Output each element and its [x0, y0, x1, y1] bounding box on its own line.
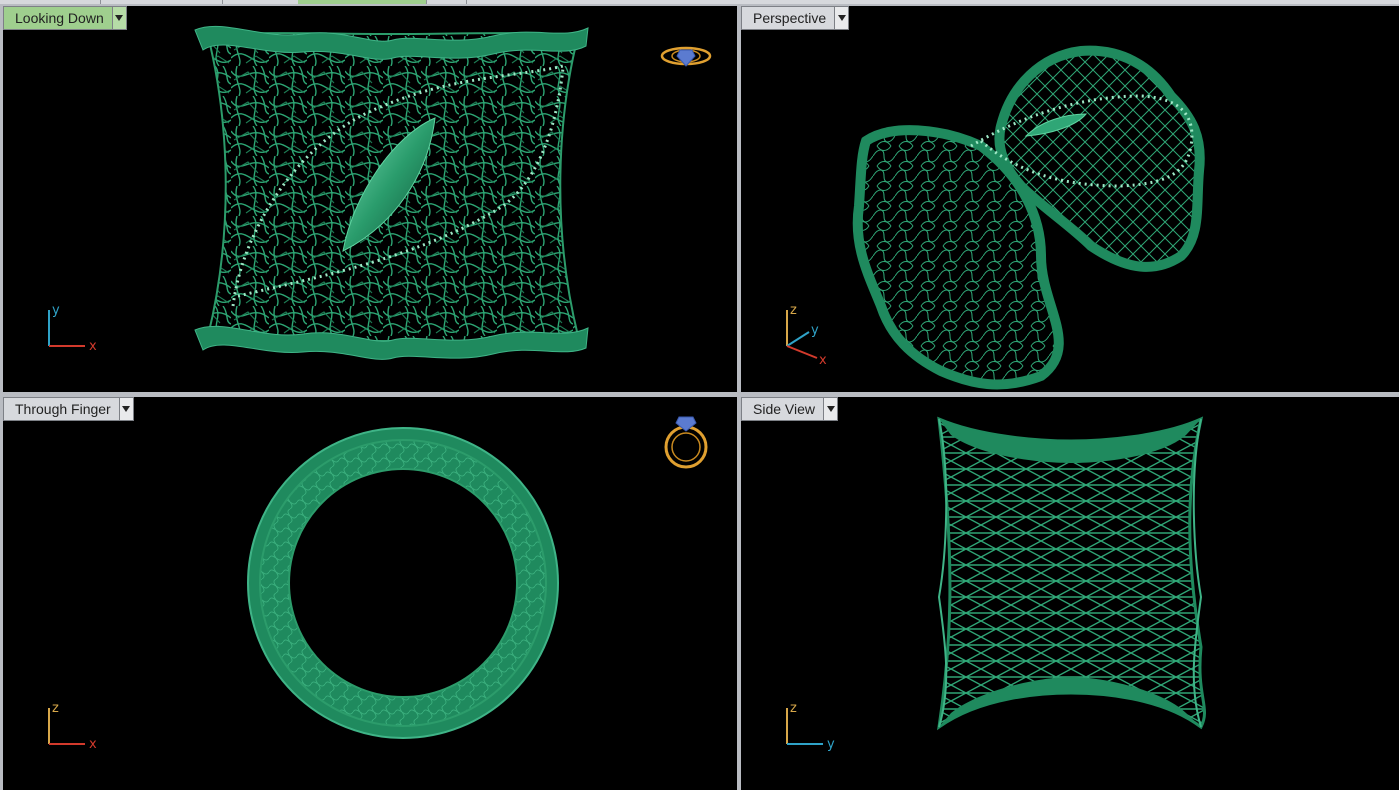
- viewport-label-side-view[interactable]: Side View: [741, 397, 839, 421]
- perspective-canvas: z y x: [786, 45, 1205, 390]
- viewport-perspective[interactable]: Perspective z y x: [741, 6, 1399, 392]
- tab-1[interactable]: [0, 0, 101, 4]
- top-tab-strip: [0, 0, 1399, 4]
- viewport-label-through-finger[interactable]: Through Finger: [3, 397, 134, 421]
- viewport-label-perspective[interactable]: Perspective: [741, 6, 850, 30]
- axis-indicator: z y x: [786, 303, 827, 368]
- tab-3[interactable]: [222, 0, 299, 4]
- viewport-looking-down[interactable]: Looking Down y x: [3, 6, 737, 392]
- tab-4-active[interactable]: [298, 0, 427, 4]
- side-view-canvas: z y: [786, 416, 1206, 752]
- viewport-title: Perspective: [742, 7, 835, 29]
- viewport-title: Through Finger: [4, 398, 119, 420]
- tab-5[interactable]: [426, 0, 467, 4]
- axis-indicator: z x: [48, 701, 97, 752]
- chevron-down-icon[interactable]: [834, 7, 849, 29]
- svg-text:x: x: [89, 737, 97, 752]
- viewport-through-finger[interactable]: Through Finger z x: [3, 397, 737, 790]
- viewport-title: Side View: [742, 398, 824, 420]
- chevron-down-icon[interactable]: [823, 398, 838, 420]
- svg-text:y: y: [811, 323, 819, 338]
- front-view-canvas: z x: [48, 416, 708, 752]
- chevron-down-icon[interactable]: [111, 7, 126, 29]
- viewport-side-view[interactable]: Side View z y: [741, 397, 1399, 790]
- chevron-down-icon[interactable]: [118, 398, 133, 420]
- axis-indicator: y x: [48, 303, 97, 354]
- svg-text:y: y: [827, 737, 835, 752]
- ring-side-icon: [660, 46, 712, 67]
- svg-text:z: z: [790, 303, 797, 318]
- svg-text:y: y: [52, 303, 60, 318]
- tab-2[interactable]: [100, 0, 223, 4]
- svg-text:z: z: [52, 701, 59, 716]
- svg-text:x: x: [89, 339, 97, 354]
- ring-top-icon: [664, 416, 708, 469]
- axis-indicator: z y: [786, 701, 835, 752]
- viewport-label-looking-down[interactable]: Looking Down: [3, 6, 127, 30]
- viewport-title: Looking Down: [4, 7, 112, 29]
- svg-text:z: z: [790, 701, 797, 716]
- top-view-canvas: y x: [48, 25, 712, 360]
- svg-text:x: x: [819, 353, 827, 368]
